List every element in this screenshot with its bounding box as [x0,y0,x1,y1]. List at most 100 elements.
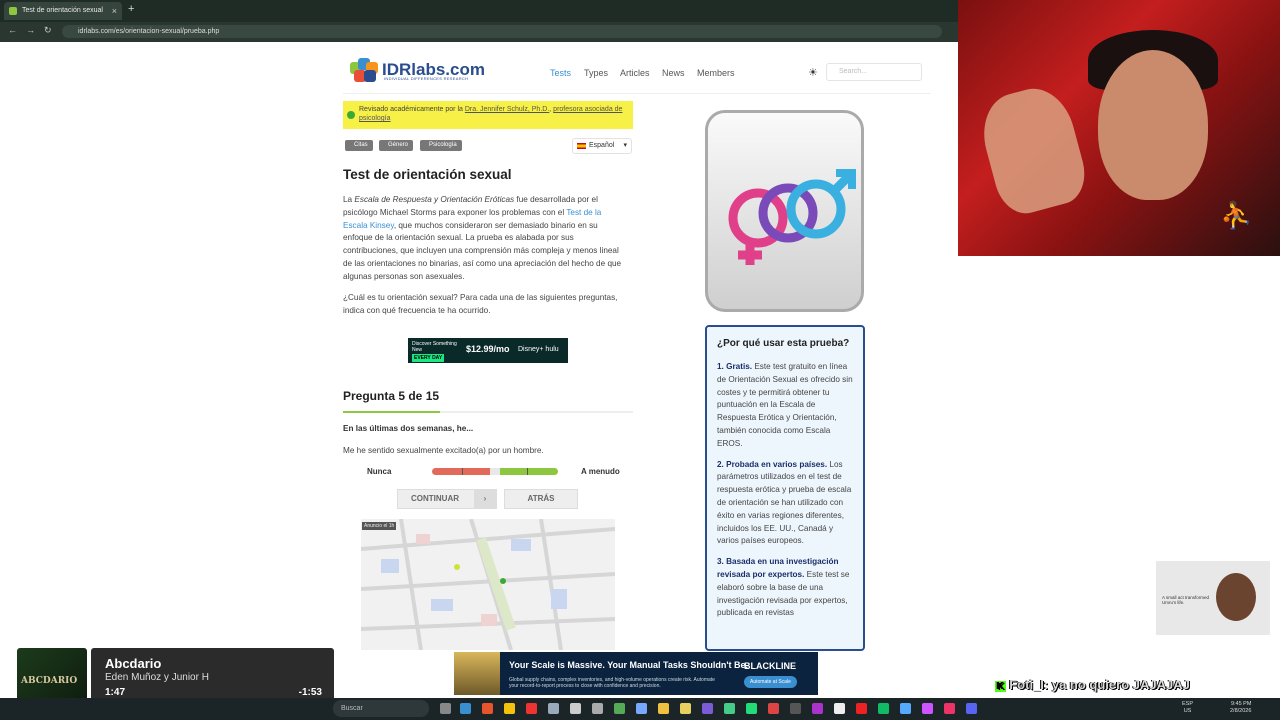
lang-top: ESP [1182,701,1194,707]
folder-icon[interactable] [658,703,669,714]
gender-symbols-icon [705,110,864,312]
language-label: Español [589,142,615,149]
new-tab-button[interactable]: + [128,3,134,15]
app-icon[interactable] [702,703,713,714]
app-icon[interactable] [856,703,867,714]
favicon-icon [9,7,17,15]
app-icon[interactable] [746,703,757,714]
page-title: Test de orientación sexual [343,167,512,182]
continue-label: CONTINUAR [411,494,459,503]
pip-person [1216,573,1256,621]
tag-genero[interactable]: Género [379,140,414,151]
ad-everyday: EVERY DAY [412,354,445,362]
intro-a: La [343,195,355,204]
steam-icon[interactable] [878,703,889,714]
language-select[interactable]: Español ▾ [572,138,632,154]
app-icon[interactable] [680,703,691,714]
app-icon[interactable] [526,703,537,714]
ad-cta-button[interactable]: Automate at Scale [744,676,797,688]
forward-button[interactable]: → [26,25,35,35]
app-icon[interactable] [944,703,955,714]
search-input[interactable]: Search... [826,63,922,81]
spain-flag-icon [577,143,586,149]
nav-news[interactable]: News [662,68,685,78]
url-field[interactable]: idrlabs.com/es/orientacion-sexual/prueba… [62,25,942,38]
theme-toggle-icon[interactable]: ☀ [808,66,818,79]
discord-icon[interactable] [966,703,977,714]
task-view-icon[interactable] [440,703,451,714]
why-item-1: 1. Gratis. Este test gratuito en línea d… [717,361,853,451]
why-item-1-title: 1. Gratis. [717,362,753,371]
slider-positive-segment[interactable] [500,468,558,475]
gender-symbols-graphic [728,169,856,265]
ad-tagline: Discover Something New [412,341,457,353]
intro-paragraph: La Escala de Respuesta y Orientación Eró… [343,194,628,284]
app-icon[interactable] [922,703,933,714]
nav-tests[interactable]: Tests [550,68,571,78]
chat-text: : ya no quiero JAJAJAJ [1043,677,1190,692]
input-language[interactable]: ESP US [1182,701,1193,715]
tag-psicologia[interactable]: Psicología [420,140,462,151]
reload-button[interactable]: ↻ [44,25,52,36]
streamer-hand [974,80,1092,220]
question-text: Me he sentido sexualmente excitado(a) po… [343,446,544,455]
question-lead: En las últimas dos semanas, he... [343,424,474,433]
remaining-time: -1:53 [298,687,322,698]
why-use-box: ¿Por qué usar esta prueba? 1. Gratis. Es… [705,325,865,651]
lang-bottom: US [1183,708,1192,714]
clock-date: 2/8/2026 [1230,708,1252,714]
song-artist: Eden Muñoz y Junior H [105,672,209,683]
back-button[interactable]: ← [8,25,17,35]
header-divider [343,93,931,94]
why-item-3: 3. Basada en una investigación revisada … [717,556,853,620]
app-icon[interactable] [768,703,779,714]
nav-types[interactable]: Types [584,68,608,78]
chevron-down-icon: ▾ [623,142,627,149]
brave-icon[interactable] [482,703,493,714]
settings-icon[interactable] [592,703,603,714]
app-icon[interactable] [900,703,911,714]
app-icon[interactable] [790,703,801,714]
slider-negative-segment[interactable] [432,468,490,475]
taskbar-clock[interactable]: 9:45 PM 2/8/2026 [1230,701,1251,715]
intro-italic: Escala de Respuesta y Orientación Erótic… [354,195,515,204]
tag-citas[interactable]: Citas [345,140,373,151]
review-banner: Revisado académicamente por la Dra. Jenn… [343,101,633,129]
jordan-logo-icon: ⛹ [1220,200,1253,230]
answer-slider[interactable] [432,468,558,475]
video-ad-pip[interactable]: A small act transformed Umru's life. [1156,561,1270,635]
back-question-button[interactable]: ATRÁS [504,489,578,509]
map-ad-label: Anuncio el 1h [362,522,397,530]
scale-low-label: Nunca [367,467,392,476]
chrome-icon[interactable] [504,703,515,714]
webcam-feed: ⛹ [958,0,1280,256]
blackline-ad[interactable]: Your Scale is Massive. Your Manual Tasks… [454,652,818,695]
nav-members[interactable]: Members [697,68,735,78]
app-icon[interactable] [570,703,581,714]
app-icon[interactable] [636,703,647,714]
album-art-text: ABCDARIO [21,676,78,686]
question-title: Pregunta 5 de 15 [343,389,440,403]
edge-icon[interactable] [460,703,471,714]
nav-articles[interactable]: Articles [620,68,650,78]
notepad-icon[interactable] [834,703,845,714]
why-item-2: 2. Probada en varios países. Los parámet… [717,459,853,549]
taskbar-search[interactable]: Buscar [333,700,429,717]
app-icon[interactable] [614,703,625,714]
reviewer-link[interactable]: Dra. Jennifer Schulz, Ph.D. [465,106,549,113]
instructions-paragraph: ¿Cuál es tu orientación sexual? Para cad… [343,293,618,315]
browser-tab[interactable]: Test de orientación sexual × [4,2,122,20]
why-item-2-text: Los parámetros utilizados en el test de … [717,459,852,546]
map-ad[interactable]: Anuncio el 1h [361,519,615,650]
chat-message: K Foti_I: ya no quiero JAJAJAJ [995,677,1190,692]
ad-brand: Disney+ hulu [518,346,559,353]
hulu-ad[interactable]: Discover Something New EVERY DAY $12.99/… [408,338,568,363]
ad-headline: Your Scale is Massive. Your Manual Tasks… [509,660,749,670]
continue-button[interactable]: CONTINUAR › [397,489,497,509]
close-tab-icon[interactable]: × [112,2,117,20]
slider-neutral-segment[interactable] [490,468,500,475]
app-icon[interactable] [548,703,559,714]
app-icon[interactable] [812,703,823,714]
app-icon[interactable] [724,703,735,714]
tab-title: Test de orientación sexual [22,7,103,14]
